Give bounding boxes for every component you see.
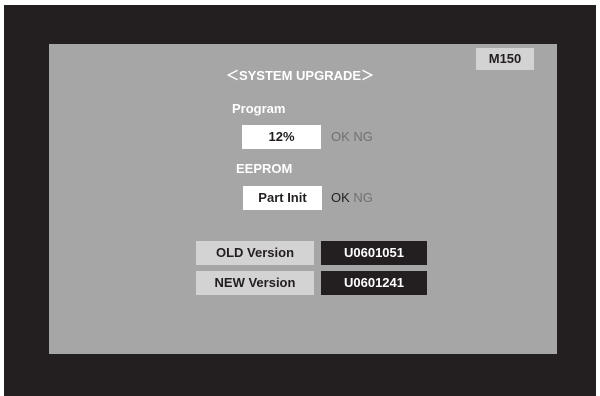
new-version-label: NEW Version [196, 271, 314, 295]
program-progress-value: 12% [242, 125, 321, 149]
eeprom-status: OK NG [331, 187, 373, 209]
old-version-label: OLD Version [196, 241, 314, 265]
program-ng-indicator: NG [353, 129, 373, 144]
eeprom-label: EEPROM [236, 161, 293, 176]
program-label: Program [232, 101, 286, 116]
eeprom-ng-indicator: NG [353, 190, 373, 205]
model-badge: M150 [476, 48, 534, 70]
program-ok-indicator: OK [331, 129, 350, 144]
page-title: ＜SYSTEM UPGRADE＞ [225, 68, 375, 83]
program-status: OK NG [331, 126, 373, 148]
eeprom-ok-indicator: OK [331, 190, 350, 205]
eeprom-status-value: Part Init [243, 186, 322, 210]
old-version-value: U0601051 [321, 241, 427, 265]
new-version-value: U0601241 [321, 271, 427, 295]
